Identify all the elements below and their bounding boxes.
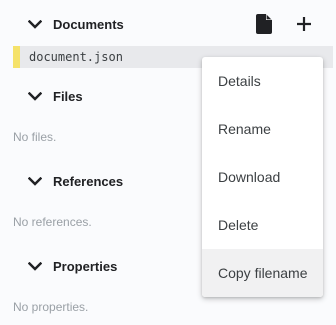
section-title-properties: Properties bbox=[53, 258, 118, 274]
add-icon[interactable] bbox=[292, 12, 316, 36]
files-empty-text: No files. bbox=[13, 130, 57, 144]
section-title-documents: Documents bbox=[53, 16, 124, 32]
menu-item-copy-filename[interactable]: Copy filename bbox=[202, 249, 323, 297]
file-color-marker bbox=[13, 46, 20, 68]
menu-item-delete[interactable]: Delete bbox=[202, 201, 323, 249]
documents-actions bbox=[252, 12, 316, 36]
menu-item-download[interactable]: Download bbox=[202, 153, 323, 201]
section-title-references: References bbox=[53, 173, 124, 189]
references-empty-text: No references. bbox=[13, 215, 92, 229]
file-name: document.json bbox=[29, 50, 123, 64]
chevron-down-icon[interactable] bbox=[26, 87, 44, 105]
section-title-files: Files bbox=[53, 88, 83, 104]
chevron-down-icon[interactable] bbox=[26, 172, 44, 190]
file-context-menu: Details Rename Download Delete Copy file… bbox=[202, 57, 323, 297]
menu-item-rename[interactable]: Rename bbox=[202, 105, 323, 153]
properties-empty-text: No properties. bbox=[13, 300, 89, 314]
menu-item-details[interactable]: Details bbox=[202, 57, 323, 105]
new-file-icon[interactable] bbox=[252, 12, 276, 36]
chevron-down-icon[interactable] bbox=[26, 15, 44, 33]
chevron-down-icon[interactable] bbox=[26, 257, 44, 275]
